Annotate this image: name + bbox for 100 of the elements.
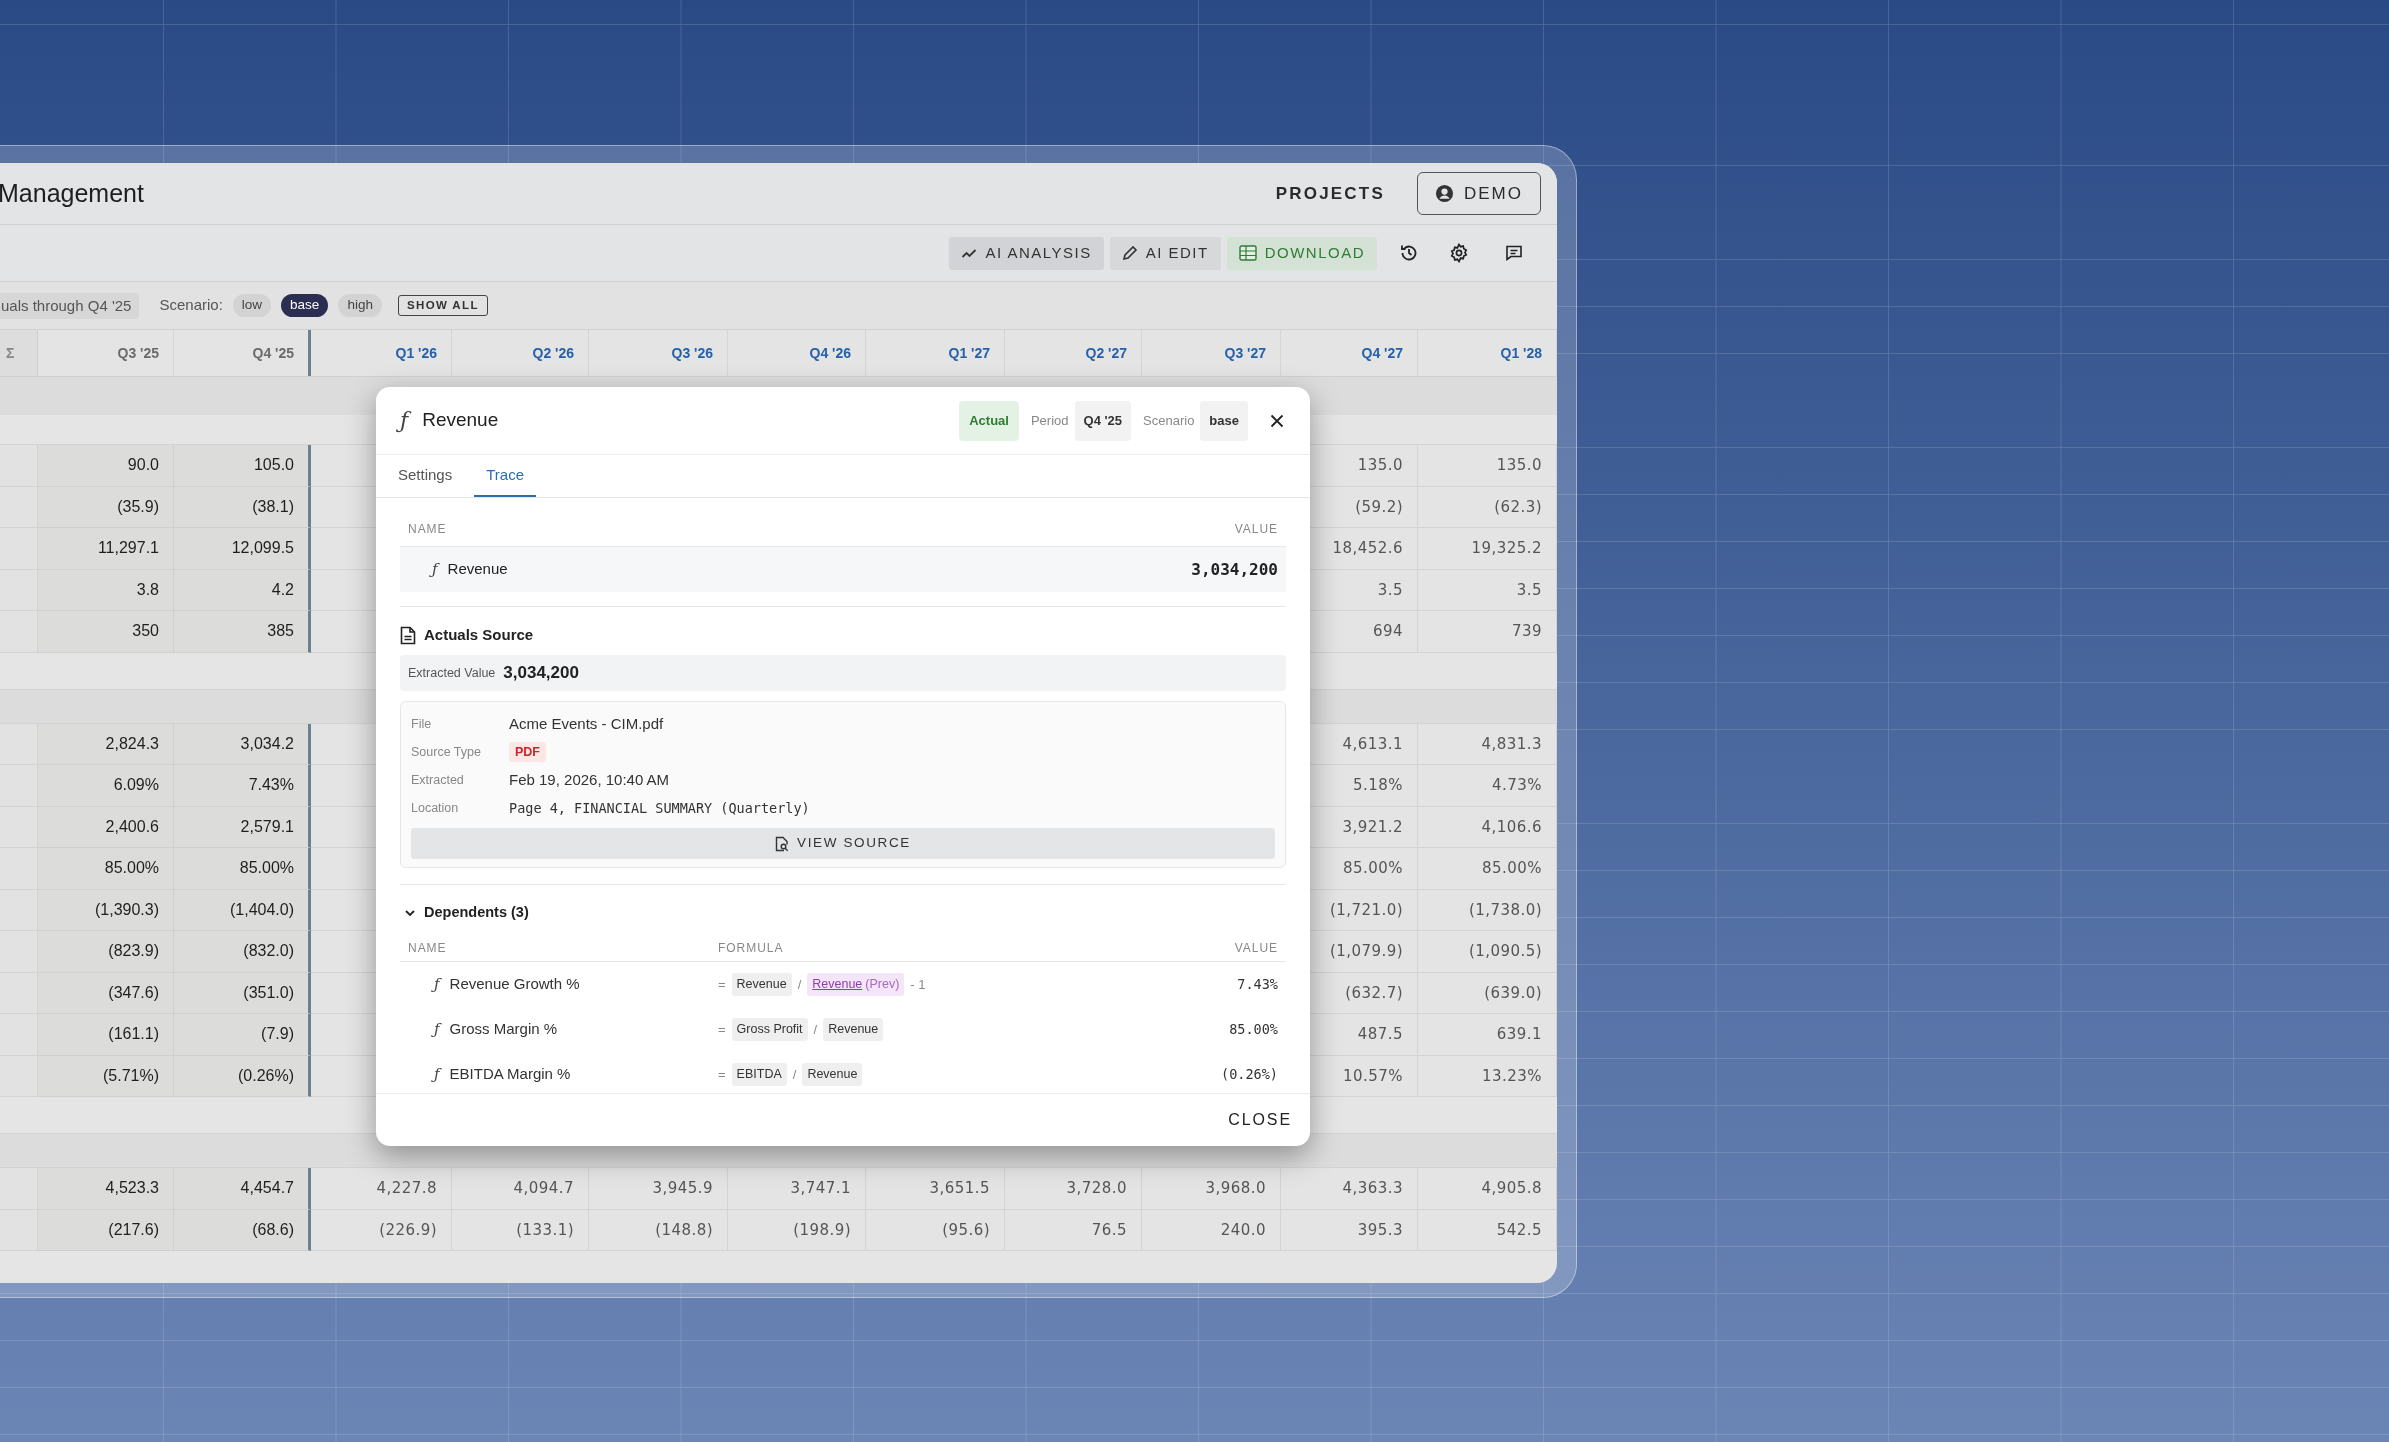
table-cell: 3.8 xyxy=(38,569,174,611)
table-cell: (35.9) xyxy=(38,486,174,528)
formula-operator: / xyxy=(792,1065,797,1084)
table-cell: (62.3) xyxy=(1418,486,1557,528)
table-cell: 85.00% xyxy=(1418,848,1557,890)
formula-reference[interactable]: Gross Profit xyxy=(731,1018,808,1041)
pencil-icon xyxy=(1121,245,1138,261)
table-cell: (351.0) xyxy=(174,972,311,1014)
table-cell: 2,824.3 xyxy=(38,723,174,765)
analysis-button[interactable]: AI ANALYSIS xyxy=(949,236,1104,270)
file-search-icon xyxy=(775,835,790,852)
item-name: Revenue xyxy=(447,559,508,580)
field-value: 3,034,200 xyxy=(503,662,579,685)
scenario-value: base xyxy=(1200,400,1248,441)
table-cell: (68.6) xyxy=(174,1209,311,1251)
table-cell: 4,094.7 xyxy=(452,1168,589,1210)
item-value: 3,034,200 xyxy=(1191,558,1278,581)
table-cell: 90.0 xyxy=(38,445,174,487)
column-header: Σ xyxy=(0,330,38,376)
table-cell: 135.0 xyxy=(1418,445,1557,487)
table-cell: 85.00% xyxy=(38,848,174,890)
field-label: File xyxy=(411,715,433,733)
table-cell: (5.71%) xyxy=(38,1055,174,1097)
user-icon xyxy=(1434,184,1454,203)
table-cell: 3.5 xyxy=(1418,569,1557,611)
table-cell: 11,297.1 xyxy=(38,528,174,570)
table-cell: 385 xyxy=(174,611,311,653)
formula-operator: = xyxy=(718,975,726,994)
table-cell: 4,905.8 xyxy=(1418,1168,1557,1210)
history-icon[interactable] xyxy=(1399,243,1419,263)
demo-button[interactable]: DEMO xyxy=(1417,172,1541,215)
show-all-button[interactable]: SHOW ALL xyxy=(397,295,488,316)
table-cell: 12,099.5 xyxy=(174,528,311,570)
table-cell: 3,651.5 xyxy=(866,1168,1005,1210)
dialog-tab[interactable]: Trace xyxy=(474,455,536,497)
table-cell: 105.0 xyxy=(174,445,311,487)
table-cell: (1,390.3) xyxy=(38,889,174,931)
status-badge: Actual xyxy=(959,400,1019,441)
dependents-toggle[interactable]: Dependents (3) xyxy=(400,903,533,923)
table-cell: (226.9) xyxy=(311,1209,452,1251)
settings-icon[interactable] xyxy=(1449,243,1469,263)
edit-button[interactable]: AI EDIT xyxy=(1109,236,1221,270)
table-cell: 639.1 xyxy=(1418,1014,1557,1056)
scenario-chip[interactable]: low xyxy=(232,294,272,317)
table-cell: (133.1) xyxy=(452,1209,589,1251)
formula-reference[interactable]: Revenue xyxy=(731,973,792,996)
table-cell: (347.6) xyxy=(38,972,174,1014)
view-source-button[interactable]: VIEW SOURCE xyxy=(411,828,1275,859)
table-cell: 4,831.3 xyxy=(1418,723,1557,765)
projects-link[interactable]: PROJECTS xyxy=(1275,180,1385,207)
formula-operator: / xyxy=(813,1020,818,1039)
table-cell: (217.6) xyxy=(38,1209,174,1251)
table-cell: (148.8) xyxy=(589,1209,728,1251)
table-cell: 542.5 xyxy=(1418,1209,1557,1251)
table-cell: 2,400.6 xyxy=(38,806,174,848)
table-cell: 350 xyxy=(38,611,174,653)
table-cell: (639.0) xyxy=(1418,972,1557,1014)
formula-operator: - 1 xyxy=(910,975,926,994)
table-cell: (1,404.0) xyxy=(174,889,311,931)
table-cell: 4,227.8 xyxy=(311,1168,452,1210)
column-header: NAME xyxy=(408,521,447,538)
period-label: Period xyxy=(1030,411,1069,430)
field-label: Extracted Value xyxy=(408,664,496,682)
close-icon[interactable] xyxy=(1270,413,1284,428)
formula-reference[interactable]: Revenue xyxy=(802,1063,863,1086)
spreadsheet-icon xyxy=(1238,245,1257,261)
field-label: Location xyxy=(411,799,460,817)
field-label: Extracted xyxy=(411,771,465,789)
item-name: Gross Margin % xyxy=(449,1019,558,1040)
scenario-chip[interactable]: high xyxy=(338,294,382,317)
dialog-tab[interactable]: Settings xyxy=(386,455,465,497)
formula-operator: = xyxy=(718,1065,726,1084)
table-cell: 3,034.2 xyxy=(174,723,311,765)
table-cell: (823.9) xyxy=(38,931,174,973)
table-cell: 3,728.0 xyxy=(1005,1168,1142,1210)
table-cell: 3,945.9 xyxy=(589,1168,728,1210)
formula-operator: / xyxy=(797,975,802,994)
actuals-note: uals through Q4 '25 xyxy=(0,292,140,319)
item-value: 85.00% xyxy=(1228,1020,1278,1040)
table-cell: (1,738.0) xyxy=(1418,889,1557,931)
scenario-chip[interactable]: base xyxy=(281,294,329,317)
document-icon xyxy=(400,625,416,645)
formula-reference[interactable]: Revenue (Prev) xyxy=(807,973,905,996)
table-cell: 13.23% xyxy=(1418,1055,1557,1097)
table-cell: (38.1) xyxy=(174,486,311,528)
column-header: FORMULA xyxy=(718,940,785,957)
formula-reference[interactable]: Revenue xyxy=(823,1018,884,1041)
field-value: Feb 19, 2026, 10:40 AM xyxy=(509,769,671,790)
table-cell: 4,523.3 xyxy=(38,1168,174,1210)
table-cell: (198.9) xyxy=(728,1209,866,1251)
item-value: 7.43% xyxy=(1236,975,1278,995)
dialog-title: Revenue xyxy=(422,408,499,433)
download-button[interactable]: DOWNLOAD xyxy=(1226,236,1377,270)
comment-icon[interactable] xyxy=(1505,244,1523,262)
table-cell: 739 xyxy=(1418,611,1557,653)
item-name: EBITDA Margin % xyxy=(449,1064,571,1085)
section-title: Actuals Source xyxy=(424,624,534,645)
formula-reference[interactable]: EBITDA xyxy=(731,1063,787,1086)
close-button[interactable]: CLOSE xyxy=(1224,1108,1296,1132)
table-cell: (0.26%) xyxy=(174,1055,311,1097)
